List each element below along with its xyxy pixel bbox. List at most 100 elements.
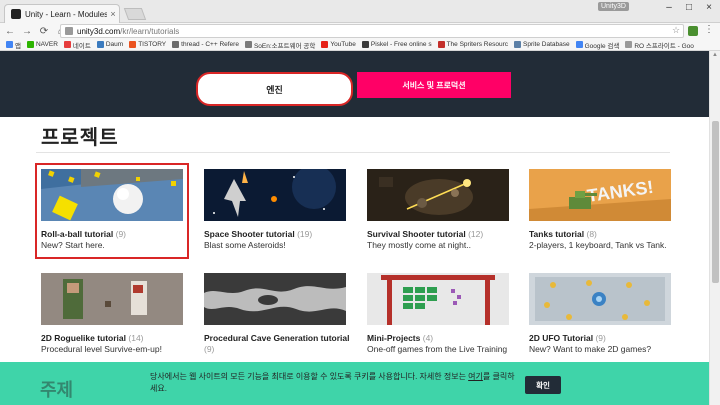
scroll-up-arrow-icon[interactable]: ▲	[712, 52, 718, 58]
card-2d-roguelike[interactable]: 2D Roguelike tutorial (14) Procedural le…	[41, 273, 189, 355]
minimize-icon[interactable]: –	[662, 2, 676, 13]
bookmark-label: Sprite Database	[523, 41, 570, 48]
card-desc: New? Start here.	[41, 240, 105, 250]
survival-shooter-thumbnail[interactable]	[367, 169, 509, 221]
bookmark-label: Google 검색	[584, 42, 620, 50]
card-count: (9)	[115, 229, 127, 239]
browser-tab[interactable]: Unity - Learn - Modules ×	[4, 4, 120, 23]
card-mini-projects[interactable]: Mini-Projects (4) One-off games from the…	[367, 273, 515, 355]
bookmark-label: TISTORY	[138, 41, 167, 48]
section-divider	[36, 152, 670, 153]
maximize-icon[interactable]: □	[682, 2, 696, 13]
bookmark-label: SoEn:소프트웨어 공학	[253, 42, 316, 50]
bookmark-item[interactable]: SoEn:소프트웨어 공학	[244, 40, 316, 50]
bookmark-item[interactable]: Daum	[96, 41, 124, 48]
tanks-thumbnail[interactable]: TANKS!	[529, 169, 671, 221]
forward-arrow-icon[interactable]: →	[20, 26, 34, 37]
bookmark-item[interactable]: RO 스프라이트 - Goo	[625, 40, 694, 50]
cookie-text: 당사에서는 웹 사이트의 모든 기능을 최대로 이용할 수 있도록 쿠키를 사용…	[150, 371, 520, 395]
bookmark-item[interactable]: YouTube	[321, 41, 356, 48]
card-procedural-cave[interactable]: Procedural Cave Generation tutorial (9)	[204, 273, 352, 355]
bookmark-favicon-icon	[437, 41, 445, 48]
bookmark-favicon-icon	[625, 41, 633, 48]
card-count: (9)	[595, 333, 606, 343]
ufo-thumbnail[interactable]	[529, 273, 671, 325]
bookmark-favicon-icon	[96, 41, 104, 48]
topics-heading: 주제	[40, 380, 74, 400]
browser-menu-icon[interactable]: ⋮	[704, 24, 714, 35]
cookie-banner: 당사에서는 웹 사이트의 모든 기능을 최대로 이용할 수 있도록 쿠키를 사용…	[0, 362, 709, 405]
bookmark-star-icon[interactable]: ☆	[672, 25, 680, 36]
card-desc: Procedural level Survive-em-up!	[41, 344, 162, 354]
new-tab-button[interactable]	[123, 8, 147, 20]
back-arrow-icon[interactable]: ←	[3, 26, 17, 37]
bookmark-favicon-icon	[26, 41, 34, 48]
card-title[interactable]: Survival Shooter tutorial	[367, 229, 466, 239]
bookmark-label: 네이트	[72, 42, 91, 50]
unity-favicon-icon	[11, 9, 21, 19]
roguelike-thumbnail[interactable]	[41, 273, 183, 325]
url-host: unity3d.com	[77, 26, 121, 36]
bookmarks-bar: 앱 NAVER 네이트 Daum TISTORY thread - C++ Refere S…	[0, 39, 720, 51]
card-count: (4)	[422, 333, 434, 343]
bookmark-item[interactable]: Piskel - Free online s	[361, 41, 432, 48]
bookmark-item[interactable]: Sprite Database	[514, 41, 570, 48]
tab-engine-button[interactable]: 엔진	[196, 72, 353, 106]
bookmark-favicon-icon	[129, 41, 137, 48]
card-desc: 2-players, 1 keyboard, Tank vs Tank.	[529, 240, 667, 250]
card-space-shooter[interactable]: Space Shooter tutorial (19) Blast some A…	[204, 169, 352, 251]
card-count: (19)	[297, 229, 313, 239]
bookmark-label: YouTube	[330, 41, 356, 48]
bookmark-favicon-icon	[321, 41, 329, 48]
page-info-icon[interactable]	[65, 27, 73, 35]
address-bar[interactable]: unity3d.com/kr/learn/tutorials	[60, 24, 684, 38]
bookmark-label: RO 스프라이트 - Goo	[634, 42, 694, 50]
tab-title: Unity - Learn - Modules	[25, 9, 107, 19]
card-roll-a-ball[interactable]: Roll-a-ball tutorial (9) New? Start here…	[41, 169, 189, 251]
bookmark-favicon-icon	[361, 41, 369, 48]
scrollbar-thumb[interactable]	[712, 121, 719, 283]
card-survival-shooter[interactable]: Survival Shooter tutorial (12) They most…	[367, 169, 515, 251]
card-count: (8)	[586, 229, 597, 239]
card-title[interactable]: Procedural Cave Generation tutorial	[204, 333, 349, 343]
roll-a-ball-thumbnail[interactable]	[41, 169, 183, 221]
page-scrollbar[interactable]: ▲	[709, 51, 720, 405]
bookmark-item[interactable]: 네이트	[63, 40, 91, 50]
bookmark-item[interactable]: Google 검색	[575, 40, 620, 50]
bookmark-label: Daum	[105, 41, 124, 48]
bookmark-label: NAVER	[35, 41, 58, 48]
section-title: 프로젝트	[41, 127, 119, 149]
bookmark-favicon-icon	[63, 41, 71, 48]
card-title[interactable]: 2D Roguelike tutorial	[41, 333, 126, 343]
card-desc: New? Want to make 2D games?	[529, 344, 652, 354]
bookmark-label: thread - C++ Refere	[181, 41, 239, 48]
bookmark-favicon-icon	[514, 41, 521, 48]
card-desc: Blast some Asteroids!	[204, 240, 286, 250]
card-title[interactable]: Mini-Projects	[367, 333, 420, 343]
tab-close-icon[interactable]: ×	[107, 9, 119, 19]
bookmark-item[interactable]: NAVER	[26, 41, 58, 48]
cookie-accept-button[interactable]: 확인	[525, 376, 561, 394]
bookmark-favicon-icon	[172, 41, 180, 48]
card-title[interactable]: Space Shooter tutorial	[204, 229, 295, 239]
reload-icon[interactable]: ⟳	[37, 26, 51, 37]
bookmark-item[interactable]: thread - C++ Refere	[172, 41, 239, 48]
card-2d-ufo[interactable]: 2D UFO Tutorial (9) New? Want to make 2D…	[529, 273, 677, 355]
cookie-more-link[interactable]: 여기	[468, 372, 483, 381]
mini-projects-thumbnail[interactable]	[367, 273, 509, 325]
bookmark-item[interactable]: 앱	[6, 40, 21, 50]
card-title[interactable]: Roll-a-ball tutorial	[41, 229, 113, 239]
space-shooter-thumbnail[interactable]	[204, 169, 346, 221]
tab-services-button[interactable]: 서비스 및 프로덕션	[357, 72, 511, 98]
card-count: (12)	[468, 229, 484, 239]
bookmark-item[interactable]: The Spriters Resourc	[437, 41, 508, 48]
card-title[interactable]: Tanks tutorial	[529, 229, 584, 239]
bookmark-item[interactable]: TISTORY	[129, 41, 166, 48]
extension-icon[interactable]	[688, 26, 698, 36]
card-title[interactable]: 2D UFO Tutorial	[529, 333, 593, 343]
bookmark-label: 앱	[15, 42, 21, 50]
page-content: 엔진 서비스 및 프로덕션 프로젝트 Roll-a-ball tutorial …	[0, 51, 709, 405]
close-window-icon[interactable]: ×	[702, 2, 716, 13]
card-tanks[interactable]: TANKS! Tanks tutorial (8) 2-players, 1 k…	[529, 169, 677, 251]
procedural-cave-thumbnail[interactable]	[204, 273, 346, 325]
